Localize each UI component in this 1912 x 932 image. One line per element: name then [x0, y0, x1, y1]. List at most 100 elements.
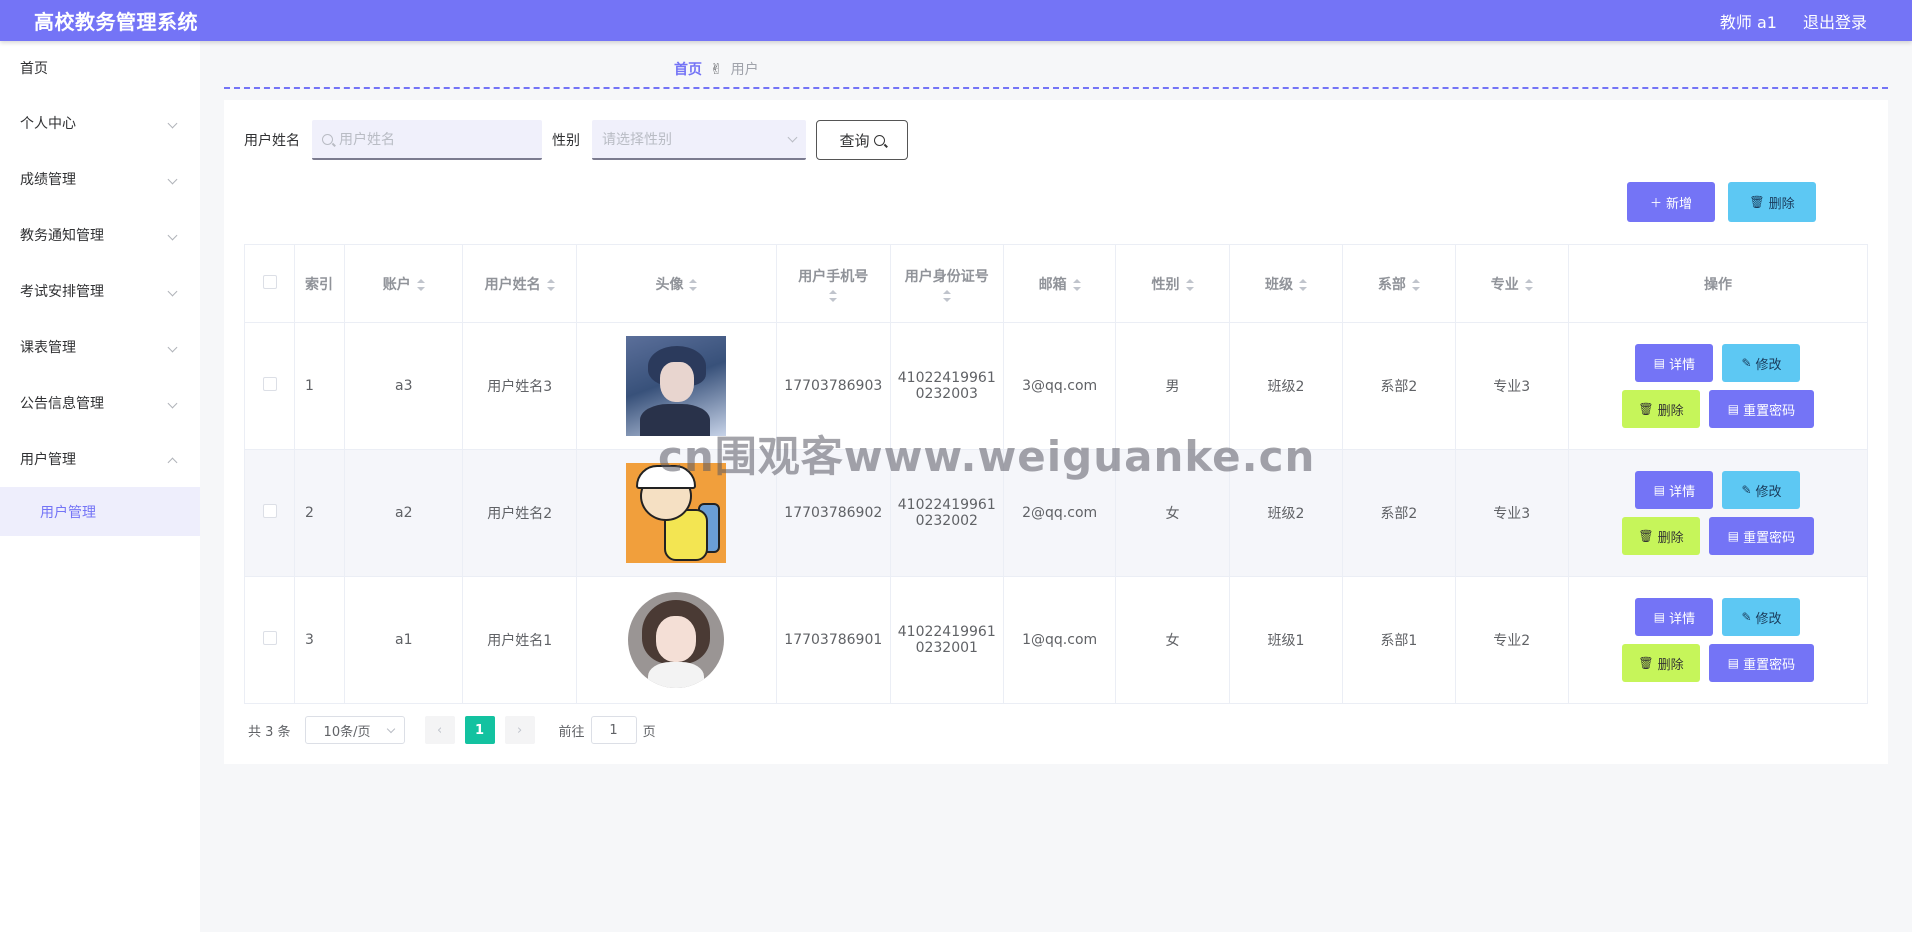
- avatar-image: [626, 463, 727, 563]
- reset-password-button[interactable]: ▤ 重置密码: [1708, 390, 1814, 428]
- sort-icon[interactable]: [1185, 278, 1194, 291]
- cell-index: 1: [294, 322, 346, 450]
- cell-sex: 女: [1115, 449, 1230, 577]
- row-checkbox[interactable]: [262, 504, 277, 518]
- batch-delete-button[interactable]: 🗑 删除: [1728, 182, 1816, 222]
- detail-button[interactable]: ▤ 详情: [1635, 344, 1714, 382]
- cell-dept: 系部1: [1342, 576, 1456, 704]
- edit-button[interactable]: ✎ 修改: [1722, 471, 1801, 509]
- sidebar-subitem-user-management[interactable]: 用户管理: [0, 487, 200, 536]
- sidebar-item-schedule[interactable]: 课表管理: [0, 319, 200, 375]
- cell-class: 班级1: [1228, 576, 1344, 704]
- cell-name: 用户姓名1: [462, 576, 577, 704]
- page-number-active[interactable]: 1: [464, 716, 495, 744]
- delete-button[interactable]: 🗑 删除: [1621, 644, 1700, 682]
- cell-ops: ▤ 详情 ✎ 修改 🗑 删除 ▤ 重置密码: [1567, 576, 1869, 704]
- sort-icon[interactable]: [829, 289, 838, 302]
- delete-button[interactable]: 🗑 删除: [1621, 390, 1700, 428]
- select-all-checkbox[interactable]: [262, 274, 277, 289]
- sort-icon[interactable]: [1524, 278, 1533, 291]
- column-header-index: 索引: [294, 244, 346, 323]
- name-placeholder: 用户姓名: [339, 132, 395, 148]
- name-search-input[interactable]: 用户姓名: [312, 120, 542, 160]
- user-table: 索引 账户 用户姓名 头像 用户手机号 用户身份证号 邮箱 性别 班级 系部 专…: [243, 244, 1869, 704]
- logout-link[interactable]: 退出登录: [1803, 9, 1867, 33]
- column-header-major[interactable]: 专业: [1454, 244, 1569, 323]
- cell-avatar: [575, 322, 778, 450]
- document-icon: ▤: [1653, 610, 1666, 624]
- prev-page-button[interactable]: ‹: [424, 716, 455, 744]
- sort-icon[interactable]: [546, 278, 555, 291]
- column-header-account[interactable]: 账户: [344, 244, 464, 323]
- sidebar-item-personal[interactable]: 个人中心: [0, 95, 200, 151]
- sidebar-item-users[interactable]: 用户管理: [0, 431, 200, 487]
- detail-button[interactable]: ▤ 详情: [1635, 471, 1714, 509]
- detail-button[interactable]: ▤ 详情: [1635, 598, 1714, 636]
- row-select-cell: [243, 576, 296, 704]
- chevron-down-icon: [167, 230, 178, 240]
- sidebar-item-label: 公告信息管理: [20, 396, 104, 412]
- sort-icon[interactable]: [416, 278, 425, 291]
- column-header-ops: 操作: [1567, 244, 1869, 323]
- sidebar-item-label: 用户管理: [20, 452, 76, 468]
- table-row: 1 a3 用户姓名3 17703786903 41022419961 023200…: [243, 322, 1869, 450]
- page-size-select[interactable]: 10条/页: [304, 716, 405, 744]
- cell-class: 班级2: [1228, 449, 1344, 577]
- search-icon: [873, 134, 885, 146]
- column-header-email[interactable]: 邮箱: [1002, 244, 1117, 323]
- edit-button[interactable]: ✎ 修改: [1722, 598, 1801, 636]
- sort-icon[interactable]: [942, 289, 951, 302]
- add-button[interactable]: ＋ 新增: [1627, 182, 1715, 222]
- next-page-button[interactable]: ›: [504, 716, 535, 744]
- column-header-phone[interactable]: 用户手机号: [776, 244, 891, 323]
- document-icon: ▤: [1727, 529, 1740, 543]
- sidebar-item-exams[interactable]: 考试安排管理: [0, 263, 200, 319]
- select-all-cell: [243, 244, 296, 323]
- sort-icon[interactable]: [1072, 278, 1081, 291]
- add-label: 新增: [1666, 196, 1693, 212]
- cell-major: 专业2: [1454, 576, 1569, 704]
- cell-class: 班级2: [1228, 322, 1344, 450]
- cell-phone: 17703786902: [776, 449, 891, 577]
- page-size-value: 10条/页: [323, 724, 371, 740]
- row-select-cell: [243, 449, 296, 577]
- sort-icon[interactable]: [1411, 278, 1420, 291]
- column-header-name[interactable]: 用户姓名: [462, 244, 577, 323]
- cell-avatar: [575, 576, 778, 704]
- sidebar-item-announcements[interactable]: 公告信息管理: [0, 375, 200, 431]
- sort-icon[interactable]: [689, 278, 698, 291]
- edit-button[interactable]: ✎ 修改: [1722, 344, 1801, 382]
- delete-button[interactable]: 🗑 删除: [1621, 517, 1700, 555]
- sidebar-item-home[interactable]: 首页: [0, 41, 200, 95]
- trash-icon: 🗑: [1638, 656, 1654, 670]
- column-header-dept[interactable]: 系部: [1342, 244, 1456, 323]
- column-header-sex[interactable]: 性别: [1115, 244, 1230, 323]
- cell-email: 2@qq.com: [1002, 449, 1117, 577]
- sort-icon[interactable]: [1298, 278, 1307, 291]
- query-label: 查询: [839, 131, 870, 150]
- sidebar-item-notices[interactable]: 教务通知管理: [0, 207, 200, 263]
- breadcrumb-home[interactable]: 首页: [674, 59, 702, 79]
- document-icon: ▤: [1653, 483, 1666, 497]
- sex-select[interactable]: 请选择性别: [592, 120, 806, 160]
- cell-sex: 女: [1115, 576, 1230, 704]
- reset-password-button[interactable]: ▤ 重置密码: [1708, 517, 1814, 555]
- goto-page-input[interactable]: 1: [590, 716, 637, 744]
- column-header-avatar[interactable]: 头像: [575, 244, 778, 323]
- cell-major: 专业3: [1454, 322, 1569, 450]
- sidebar-item-grades[interactable]: 成绩管理: [0, 151, 200, 207]
- name-label: 用户姓名: [244, 133, 300, 149]
- pencil-icon: ✎: [1741, 483, 1752, 497]
- breadcrumb-divider: [224, 87, 1888, 89]
- chevron-down-icon: [167, 118, 178, 128]
- row-checkbox[interactable]: [262, 631, 277, 645]
- row-checkbox[interactable]: [262, 377, 277, 391]
- reset-password-button[interactable]: ▤ 重置密码: [1708, 644, 1814, 682]
- query-button[interactable]: 查询: [816, 120, 908, 160]
- main-card: 用户姓名 用户姓名 性别 请选择性别 查询 ＋ 新增 🗑 删除 索引 账户 用户…: [224, 100, 1888, 764]
- cell-dept: 系部2: [1342, 449, 1456, 577]
- column-header-class[interactable]: 班级: [1228, 244, 1344, 323]
- column-header-idcard[interactable]: 用户身份证号: [889, 244, 1005, 323]
- chevron-down-icon: [787, 132, 798, 142]
- cell-account: a2: [344, 449, 464, 577]
